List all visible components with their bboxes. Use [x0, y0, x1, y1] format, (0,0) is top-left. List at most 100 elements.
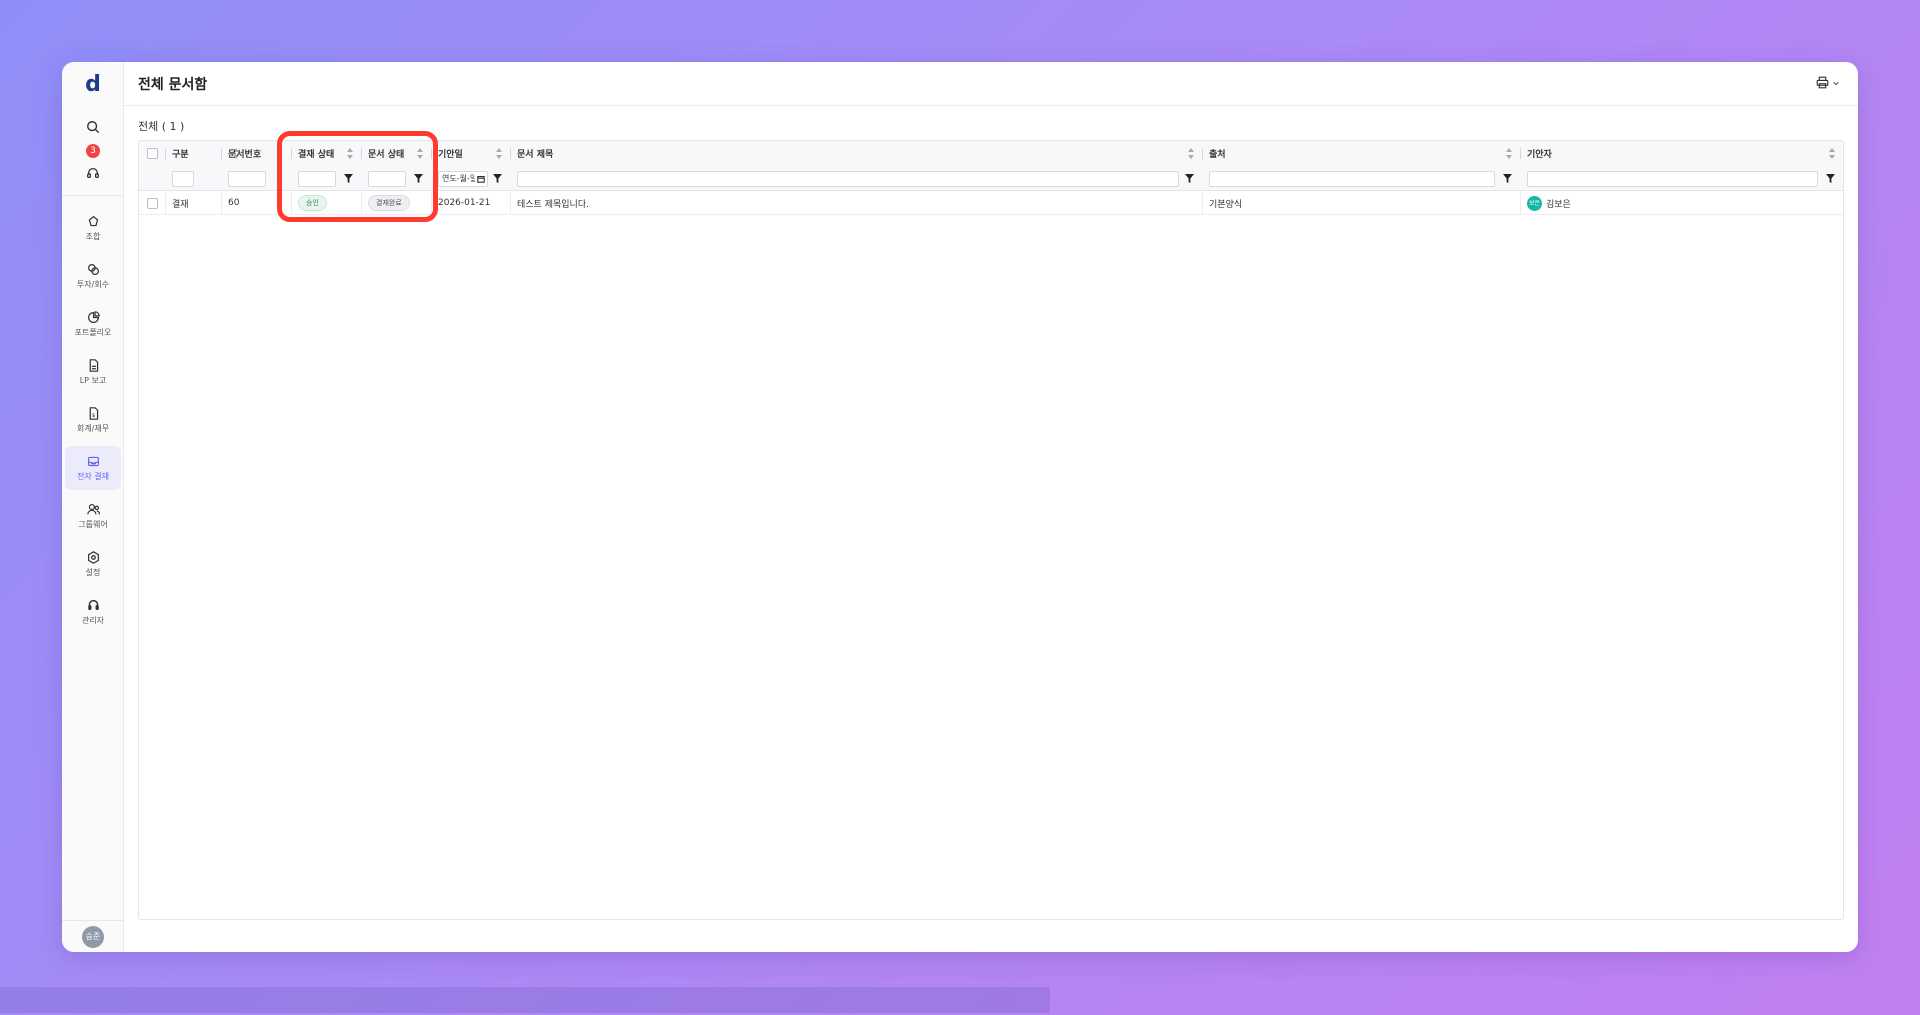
table-header: 구분 문서번호 결재 상태 문서 상태 기안일 연도-월-일 문서 제목 출처 … — [139, 141, 1843, 191]
column-header-doc-status[interactable]: 문서 상태 — [361, 141, 431, 166]
sort-icon[interactable] — [1506, 148, 1512, 159]
column-header-label: 문서번호 — [228, 150, 262, 160]
sidebar-item-settings[interactable]: 설정 — [65, 542, 121, 586]
accounting-icon: $ — [89, 406, 98, 420]
date-placeholder: 연도-월-일 — [442, 174, 475, 183]
filter-icon[interactable] — [1185, 174, 1194, 183]
chevron-down-icon — [1833, 81, 1839, 85]
sidebar-item-label: 조합 — [85, 231, 101, 241]
sidebar-item-portfolio[interactable]: 포트폴리오 — [65, 302, 121, 346]
horizontal-scrollbar[interactable] — [0, 987, 1050, 1013]
admin-icon — [87, 599, 99, 610]
sort-icon[interactable] — [1829, 148, 1835, 159]
investment-icon — [87, 263, 99, 275]
document-count: 전체 ( 1 ) — [138, 120, 185, 133]
settings-icon — [87, 550, 99, 564]
sidebar-item-label: LP 보고 — [79, 375, 107, 385]
sidebar-nav: 조합 투자/회수 포트폴리오 LP 보고 $ 회계/재무 전자 결재 그룹웨어 … — [62, 206, 124, 638]
svg-text:$: $ — [91, 412, 95, 418]
doc-no-filter-input[interactable] — [228, 170, 266, 187]
sort-icon[interactable] — [347, 148, 353, 159]
column-source: 출처 — [1202, 141, 1520, 190]
draft-date-filter-input[interactable]: 연도-월-일 — [438, 170, 488, 187]
app-logo[interactable]: d — [62, 72, 124, 97]
sidebar-item-label: 회계/재무 — [76, 423, 110, 433]
approval-icon — [87, 456, 99, 466]
cell-doc-no: 60 — [228, 198, 240, 208]
column-header-draft-date[interactable]: 기안일 — [431, 141, 510, 166]
calendar-icon[interactable] — [477, 175, 485, 183]
sidebar-item-approval[interactable]: 전자 결재 — [65, 446, 121, 490]
approval-status-filter-input[interactable] — [298, 170, 336, 187]
sidebar-item-label: 설정 — [85, 567, 101, 577]
groupware-icon — [86, 503, 100, 515]
sidebar-item-label: 투자/회수 — [76, 279, 110, 289]
column-header-approval-status[interactable]: 결재 상태 — [291, 141, 361, 166]
report-icon — [89, 358, 98, 372]
search-icon[interactable] — [62, 120, 124, 134]
column-header-doc-no[interactable]: 문서번호 — [221, 141, 291, 166]
approval-status-badge: 승인 — [298, 195, 327, 211]
column-header-drafter[interactable]: 기안자 — [1520, 141, 1843, 166]
column-select — [139, 141, 165, 190]
table-row[interactable]: 결재 60 승인 결재완료 2026-01-21 테스트 제목입니다. 기본양식… — [139, 191, 1843, 215]
printer-icon — [1816, 76, 1829, 89]
doc-status-badge: 결재완료 — [368, 195, 410, 211]
notification-badge[interactable]: 3 — [86, 144, 100, 158]
column-header-source[interactable]: 출처 — [1202, 141, 1520, 166]
select-all-checkbox[interactable] — [146, 148, 158, 159]
print-button[interactable] — [1816, 76, 1840, 89]
sidebar-item-label: 전자 결재 — [77, 471, 109, 481]
filter-icon[interactable] — [1503, 174, 1512, 183]
column-header-doc-title[interactable]: 문서 제목 — [510, 141, 1202, 166]
filter-icon[interactable] — [493, 174, 502, 183]
sidebar-item-groupware[interactable]: 그룹웨어 — [65, 494, 121, 538]
column-header-label: 문서 상태 — [368, 150, 405, 160]
cell-draft-date: 2026-01-21 — [438, 198, 491, 208]
type-filter-input[interactable] — [172, 170, 194, 187]
sidebar-item-label: 관리자 — [81, 615, 105, 625]
sidebar-divider — [62, 920, 124, 921]
user-avatar[interactable]: 승준 — [82, 926, 104, 948]
headset-icon[interactable] — [62, 166, 124, 180]
column-header-label: 기안자 — [1527, 150, 1552, 160]
sort-icon[interactable] — [496, 148, 502, 159]
drafter-name: 김보은 — [1546, 199, 1571, 210]
column-doc-no: 문서번호 — [221, 141, 291, 190]
column-header-label: 기안일 — [438, 150, 463, 160]
cell-doc-title[interactable]: 테스트 제목입니다. — [510, 191, 1202, 215]
sidebar-item-union[interactable]: 조합 — [65, 206, 121, 250]
cell-type: 결재 — [172, 199, 189, 210]
doc-status-filter-input[interactable] — [368, 170, 406, 187]
doc-title-filter-input[interactable] — [517, 170, 1179, 187]
sidebar-item-admin[interactable]: 관리자 — [65, 590, 121, 634]
filter-icon[interactable] — [344, 174, 353, 183]
column-header-label: 출처 — [1209, 150, 1226, 160]
column-header-label: 구분 — [172, 150, 189, 160]
page-header: 전체 문서함 — [124, 62, 1858, 106]
source-filter-input[interactable] — [1209, 170, 1495, 187]
column-header-label: 결재 상태 — [298, 150, 335, 160]
column-drafter: 기안자 — [1520, 141, 1843, 190]
sidebar-item-accounting[interactable]: $ 회계/재무 — [65, 398, 121, 442]
sidebar: d 3 조합 투자/회수 포트폴리오 LP 보고 $ 회계/재무 전자 결재 그… — [62, 62, 124, 952]
sort-icon[interactable] — [1188, 148, 1194, 159]
drafter-filter-input[interactable] — [1527, 170, 1818, 187]
page-title: 전체 문서함 — [138, 76, 208, 93]
sidebar-item-lp-report[interactable]: LP 보고 — [65, 350, 121, 394]
portfolio-icon — [87, 310, 100, 323]
column-doc-title: 문서 제목 — [510, 141, 1202, 190]
app-window: d 3 조합 투자/회수 포트폴리오 LP 보고 $ 회계/재무 전자 결재 그… — [62, 62, 1858, 952]
filter-icon[interactable] — [1826, 174, 1835, 183]
filter-icon[interactable] — [414, 174, 423, 183]
document-table: 구분 문서번호 결재 상태 문서 상태 기안일 연도-월-일 문서 제목 출처 … — [138, 140, 1844, 920]
row-checkbox[interactable] — [146, 197, 158, 209]
union-icon — [88, 215, 98, 226]
column-approval-status: 결재 상태 — [291, 141, 361, 190]
sidebar-item-label: 포트폴리오 — [74, 327, 112, 337]
sidebar-divider — [62, 195, 124, 196]
sidebar-item-investment[interactable]: 투자/회수 — [65, 254, 121, 298]
column-doc-status: 문서 상태 — [361, 141, 431, 190]
sort-icon[interactable] — [417, 148, 423, 159]
drafter-avatar: 보은 — [1527, 195, 1542, 211]
